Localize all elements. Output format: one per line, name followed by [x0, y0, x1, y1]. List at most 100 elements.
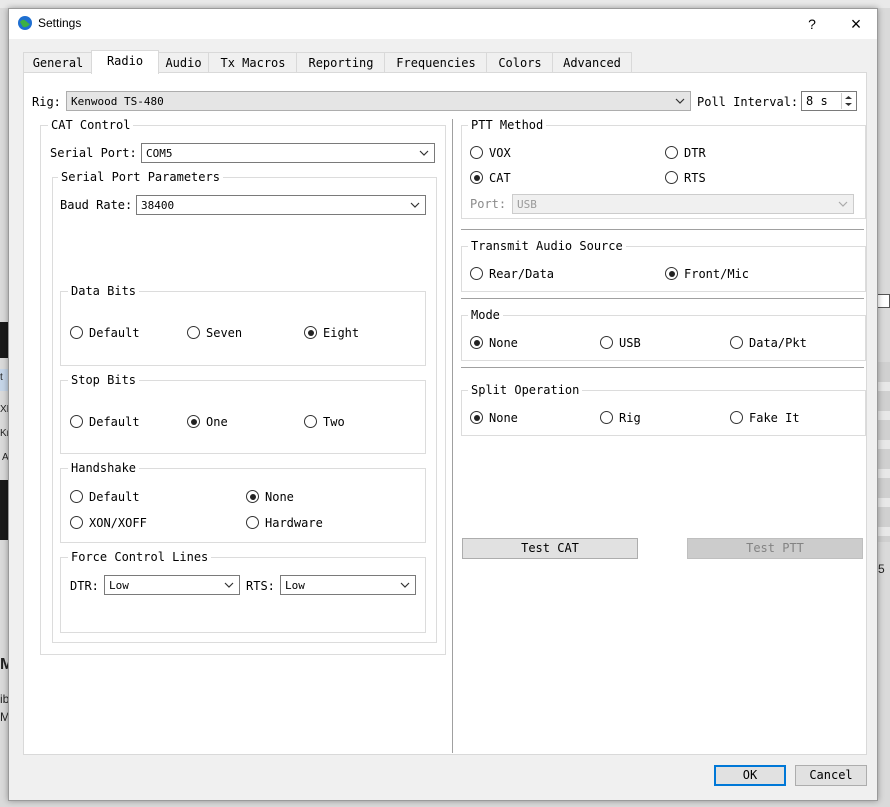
transmit-audio-source-title: Transmit Audio Source [468, 239, 626, 253]
ptt-rts-label[interactable]: RTS [684, 171, 706, 185]
spin-arrows-icon[interactable] [841, 93, 855, 109]
ptt-cat-radio[interactable] [470, 171, 483, 184]
rig-select[interactable]: Kenwood TS-480 [66, 91, 691, 111]
test-ptt-button[interactable]: Test PTT [687, 538, 863, 559]
background-text: 5 [878, 562, 885, 576]
handshake-xonxoff-label[interactable]: XON/XOFF [89, 516, 147, 530]
ptt-port-label: Port: [470, 197, 507, 211]
ptt-dtr-label[interactable]: DTR [684, 146, 706, 160]
data-bits-default-label[interactable]: Default [89, 326, 140, 340]
data-bits-seven-radio[interactable] [187, 326, 200, 339]
handshake-none-label[interactable]: None [265, 490, 294, 504]
tab-general[interactable]: General [23, 52, 93, 73]
ptt-cat-label[interactable]: CAT [489, 171, 511, 185]
data-bits-eight-label[interactable]: Eight [323, 326, 359, 340]
data-bits-eight-radio[interactable] [304, 326, 317, 339]
background-dark-panel [0, 322, 8, 358]
chevron-down-icon [224, 582, 234, 588]
settings-dialog: Settings ? × General Radio Audio Tx Macr… [8, 8, 878, 801]
app-icon [17, 15, 33, 31]
handshake-default-radio[interactable] [70, 490, 83, 503]
serial-port-parameters-title: Serial Port Parameters [58, 170, 223, 184]
mode-usb-radio[interactable] [600, 336, 613, 349]
split-none-label[interactable]: None [489, 411, 518, 425]
data-bits-seven-label[interactable]: Seven [206, 326, 242, 340]
chevron-down-icon [419, 150, 429, 156]
tab-reporting[interactable]: Reporting [296, 52, 386, 73]
tab-tx-macros[interactable]: Tx Macros [208, 52, 298, 73]
cancel-button[interactable]: Cancel [795, 765, 867, 786]
handshake-default-label[interactable]: Default [89, 490, 140, 504]
handshake-group [60, 468, 426, 543]
mode-none-radio[interactable] [470, 336, 483, 349]
mode-data-pkt-radio[interactable] [730, 336, 743, 349]
ptt-rts-radio[interactable] [665, 171, 678, 184]
mode-data-pkt-label[interactable]: Data/Pkt [749, 336, 807, 350]
poll-interval-label: Poll Interval: [697, 95, 799, 109]
data-bits-default-radio[interactable] [70, 326, 83, 339]
chevron-down-icon [675, 98, 685, 104]
tab-colors[interactable]: Colors [486, 52, 554, 73]
ptt-vox-label[interactable]: VOX [489, 146, 511, 160]
baud-rate-label: Baud Rate: [60, 198, 133, 212]
ptt-port-value: USB [517, 198, 537, 211]
tab-audio[interactable]: Audio [157, 52, 210, 73]
stop-bits-default-radio[interactable] [70, 415, 83, 428]
split-fake-it-label[interactable]: Fake It [749, 411, 800, 425]
divider [461, 229, 864, 230]
split-rig-label[interactable]: Rig [619, 411, 641, 425]
stop-bits-one-label[interactable]: One [206, 415, 228, 429]
split-fake-it-radio[interactable] [730, 411, 743, 424]
audio-front-mic-label[interactable]: Front/Mic [684, 267, 749, 281]
tab-radio[interactable]: Radio [91, 50, 159, 74]
mode-usb-label[interactable]: USB [619, 336, 641, 350]
background-dark-panel [0, 480, 8, 540]
rig-value: Kenwood TS-480 [71, 95, 164, 108]
test-cat-button[interactable]: Test CAT [462, 538, 638, 559]
handshake-hardware-radio[interactable] [246, 516, 259, 529]
rts-select[interactable]: Low [280, 575, 416, 595]
column-divider [452, 119, 453, 753]
audio-front-mic-radio[interactable] [665, 267, 678, 280]
data-bits-title: Data Bits [68, 284, 140, 298]
radio-tab-page: Rig: Kenwood TS-480 Poll Interval: 8 s C… [23, 72, 867, 755]
close-button[interactable]: × [845, 13, 867, 35]
poll-interval-spinbox[interactable]: 8 s [801, 91, 857, 111]
force-control-lines-group [60, 557, 426, 633]
ok-button[interactable]: OK [714, 765, 786, 786]
background-checkbox [876, 294, 890, 308]
serial-port-value: COM5 [146, 147, 173, 160]
tab-advanced[interactable]: Advanced [552, 52, 632, 73]
poll-interval-value: 8 s [806, 94, 828, 108]
serial-port-select[interactable]: COM5 [141, 143, 435, 163]
ptt-vox-radio[interactable] [470, 146, 483, 159]
split-none-radio[interactable] [470, 411, 483, 424]
dtr-select[interactable]: Low [104, 575, 240, 595]
title-bar: Settings ? × [9, 9, 877, 39]
chevron-down-icon [400, 582, 410, 588]
handshake-xonxoff-radio[interactable] [70, 516, 83, 529]
mode-none-label[interactable]: None [489, 336, 518, 350]
split-rig-radio[interactable] [600, 411, 613, 424]
stop-bits-default-label[interactable]: Default [89, 415, 140, 429]
rig-label: Rig: [32, 95, 61, 109]
ptt-dtr-radio[interactable] [665, 146, 678, 159]
mode-title: Mode [468, 308, 503, 322]
ptt-method-title: PTT Method [468, 118, 547, 132]
background-text: t [0, 372, 3, 383]
stop-bits-two-radio[interactable] [304, 415, 317, 428]
audio-rear-data-radio[interactable] [470, 267, 483, 280]
baud-rate-select[interactable]: 38400 [136, 195, 426, 215]
baud-rate-value: 38400 [141, 199, 175, 212]
dtr-value: Low [109, 579, 129, 592]
audio-rear-data-label[interactable]: Rear/Data [489, 267, 554, 281]
stop-bits-one-radio[interactable] [187, 415, 200, 428]
handshake-none-radio[interactable] [246, 490, 259, 503]
help-button[interactable]: ? [801, 13, 823, 35]
window-title: Settings [38, 16, 82, 30]
handshake-hardware-label[interactable]: Hardware [265, 516, 323, 530]
stop-bits-two-label[interactable]: Two [323, 415, 345, 429]
ptt-port-select[interactable]: USB [512, 194, 854, 214]
tab-frequencies[interactable]: Frequencies [384, 52, 488, 73]
background-buttons [876, 362, 890, 542]
